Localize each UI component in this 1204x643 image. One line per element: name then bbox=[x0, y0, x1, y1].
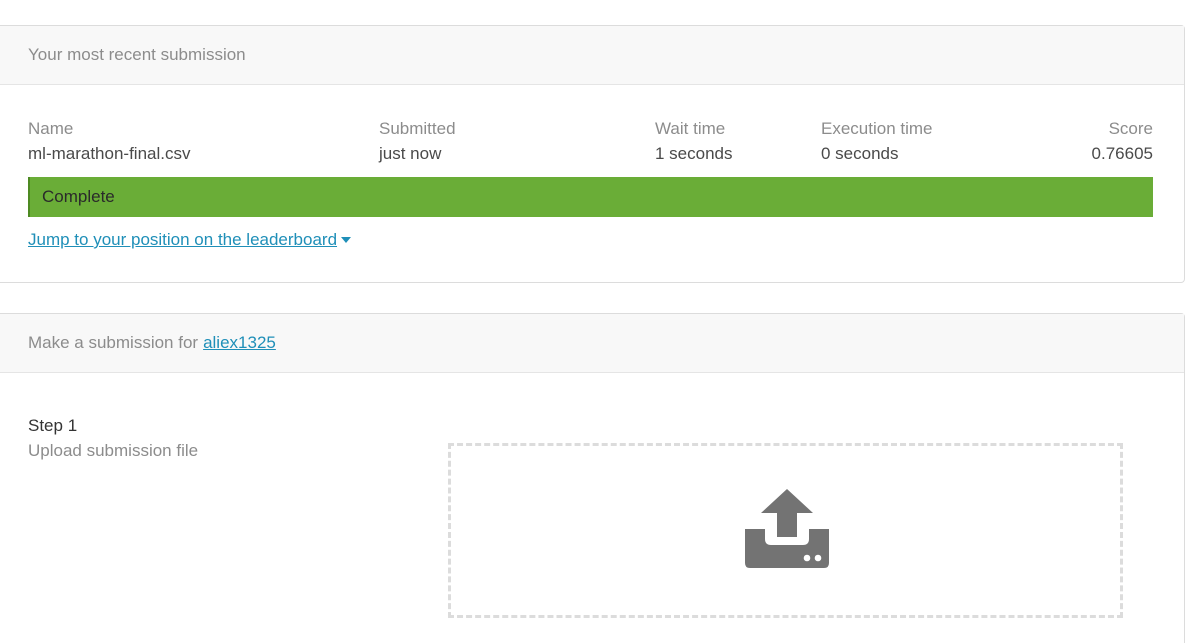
caret-down-icon bbox=[341, 237, 352, 243]
jump-link-label: Jump to your position on the leaderboard bbox=[28, 230, 338, 249]
step-1-subtitle: Upload submission file bbox=[28, 441, 199, 460]
recent-submission-title: Your most recent submission bbox=[28, 45, 246, 64]
upload-icon bbox=[745, 489, 829, 568]
score-value: 0.76605 bbox=[1091, 144, 1153, 163]
jump-to-leaderboard-link[interactable]: Jump to your position on the leaderboard bbox=[28, 230, 352, 250]
submission-file-name: ml-marathon-final.csv bbox=[28, 144, 191, 163]
name-column-label: Name bbox=[28, 119, 74, 138]
step-1-title: Step 1 bbox=[28, 416, 78, 435]
recent-submission-header: Your most recent submission bbox=[0, 26, 1184, 85]
wait-time-value: 1 seconds bbox=[655, 144, 733, 163]
wait-time-column-label: Wait time bbox=[655, 119, 726, 138]
user-profile-link[interactable]: aliex1325 bbox=[203, 333, 276, 353]
upload-dropzone[interactable] bbox=[448, 443, 1123, 618]
make-submission-prefix: Make a submission for bbox=[28, 333, 199, 352]
status-label: Complete bbox=[42, 187, 115, 206]
execution-time-column-label: Execution time bbox=[821, 119, 933, 138]
status-bar-complete: Complete bbox=[28, 177, 1153, 217]
execution-time-value: 0 seconds bbox=[821, 144, 899, 163]
recent-submission-panel: Your most recent submission Name ml-mara… bbox=[0, 25, 1185, 283]
make-submission-panel: Make a submission for aliex1325 Step 1 U… bbox=[0, 313, 1185, 643]
score-column-label: Score bbox=[1108, 119, 1153, 138]
submitted-column-label: Submitted bbox=[379, 119, 456, 138]
submitted-value: just now bbox=[379, 144, 442, 163]
make-submission-header: Make a submission for aliex1325 bbox=[0, 314, 1184, 373]
